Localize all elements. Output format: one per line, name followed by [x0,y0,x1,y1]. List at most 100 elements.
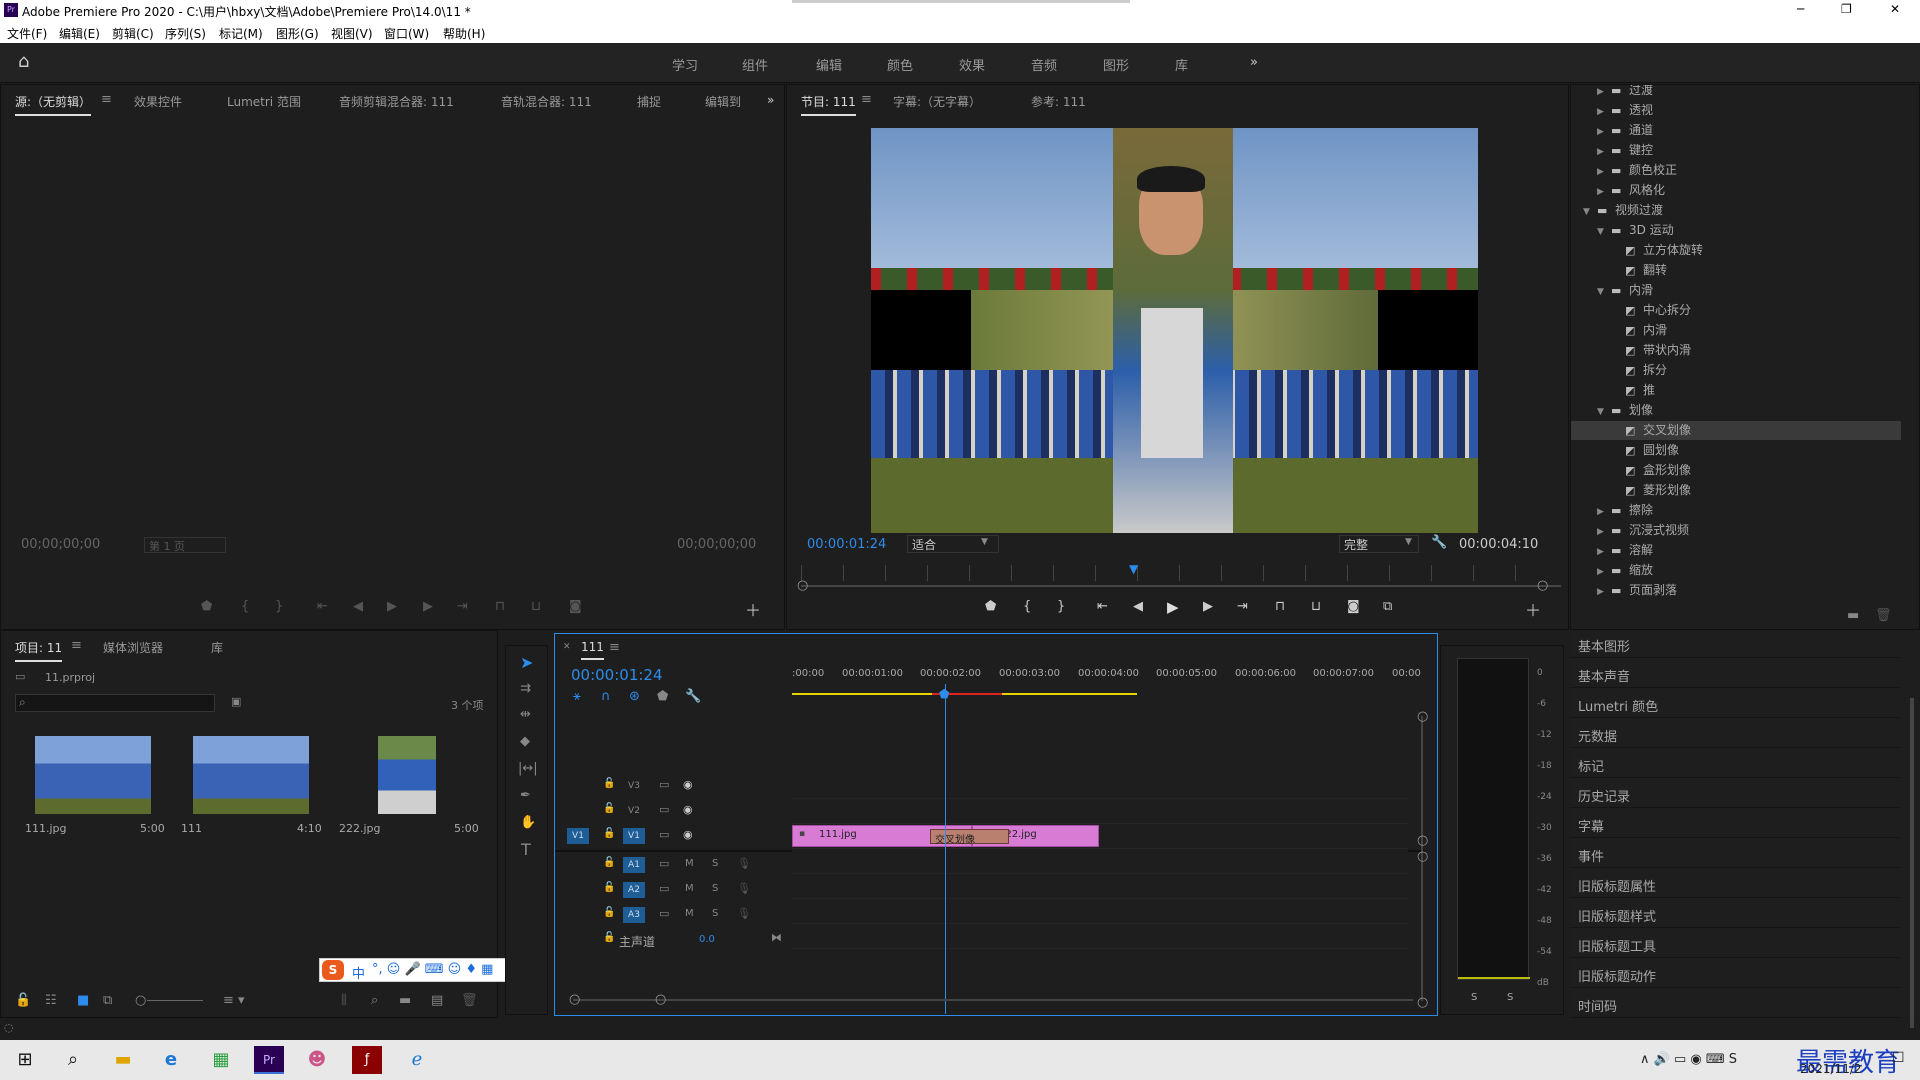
effects-folder[interactable]: ▶ ▬ 擦除 [1571,501,1901,520]
step-forward-icon[interactable]: ▶ [1203,600,1213,613]
notification-icon[interactable]: ☐ [1892,1050,1905,1066]
ie-icon[interactable]: ℯ [402,1046,432,1074]
effects-item[interactable]: ◩ 菱形划像 [1571,481,1901,500]
delete-icon[interactable]: 🗑 [1875,609,1892,622]
razor-tool-icon[interactable]: ◆ [520,735,530,748]
freeform-view-icon[interactable]: ⧉ [103,994,112,1007]
lock-track-icon[interactable]: 🔓 [603,858,615,868]
mic-icon[interactable]: 🎙 [737,908,751,919]
step-back-icon[interactable]: ◀ [1133,600,1143,613]
workspace-learning[interactable]: 学习 [672,55,698,74]
export-frame-icon[interactable]: ◙ [1347,600,1360,613]
home-icon[interactable]: ⌂ [18,53,29,71]
workspace-graphics[interactable]: 图形 [1103,55,1129,74]
effects-folder[interactable]: ▶ ▬ 透视 [1571,101,1901,120]
mic-icon[interactable]: 🎙 [737,883,751,894]
effects-folder[interactable]: ▼ ▬ 内滑 [1571,281,1901,300]
vscroll-handle[interactable]: ○ [1417,850,1428,863]
panel-header[interactable]: 元数据 [1570,720,1900,748]
go-to-in-icon[interactable]: ⇤ [317,600,328,613]
lock-track-icon[interactable]: 🔓 [603,933,615,943]
eye-icon[interactable]: ◉ [683,829,693,840]
panel-header[interactable]: 字幕 [1570,810,1900,838]
track-target-a3[interactable]: A3 [623,907,645,923]
track-select-tool-icon[interactable]: ⇉ [520,682,531,695]
master-volume[interactable]: 0.0 [699,934,715,945]
panel-header[interactable]: Lumetri 颜色 [1570,690,1900,718]
sync-lock-icon[interactable]: ▭ [659,908,669,919]
ime-mode[interactable]: 中 [352,963,365,982]
panel-header[interactable]: 旧版标题动作 [1570,960,1900,988]
linked-selection-icon[interactable]: ⊛ [629,690,640,703]
effects-folder[interactable]: ▼ ▬ 视频过渡 [1571,201,1901,220]
eye-icon[interactable]: ◉ [683,804,693,815]
panel-header[interactable]: 标记 [1570,750,1900,778]
track-target-v1[interactable]: V1 [623,828,645,844]
chevron-right-icon[interactable]: ▶ [1597,527,1611,537]
lock-icon[interactable]: 🔓 [15,994,31,1007]
nest-icon[interactable]: ⚹ [573,690,581,703]
menu-marker[interactable]: 标记(M) [219,25,263,42]
user-app-icon[interactable]: ☻ [302,1046,332,1074]
tab-effect-controls[interactable]: 效果控件 [134,93,182,110]
zoom-slider-track[interactable] [147,1000,203,1001]
workspace-effects[interactable]: 效果 [959,55,985,74]
chevron-down-icon[interactable]: ▼ [1597,227,1611,237]
effects-item[interactable]: ◩ 盒形划像 [1571,461,1901,480]
new-bin-icon[interactable]: ▬ [399,994,411,1007]
menu-sequence[interactable]: 序列(S) [165,25,206,42]
workspace-assembly[interactable]: 组件 [742,55,768,74]
tab-project[interactable]: 项目: 11 [15,639,63,662]
effects-folder[interactable]: ▶ ▬ 键控 [1571,141,1901,160]
chevron-right-icon[interactable]: ▶ [1597,147,1611,157]
marker-icon[interactable]: ⬟ [985,600,996,613]
track-target-a2[interactable]: A2 [623,882,645,898]
program-timecode[interactable]: 00:00:01:24 [807,537,886,552]
project-item-111-sequence[interactable]: 111 4:10 [181,736,322,835]
ripple-edit-tool-icon[interactable]: ⇹ [520,708,531,721]
panel-header[interactable]: 旧版标题样式 [1570,900,1900,928]
source-patch-v1[interactable]: V1 [567,828,589,844]
sync-lock-icon[interactable]: ▭ [659,829,669,840]
step-forward-icon[interactable]: ▶ [423,600,433,613]
chevron-right-icon[interactable]: ▶ [1597,587,1611,597]
playhead-line[interactable] [945,684,946,1014]
program-scroll-start-handle[interactable]: ○ [797,579,808,592]
meter-solo-right[interactable]: S [1507,992,1513,1003]
tab-lumetri-scopes[interactable]: Lumetri 范围 [227,93,301,110]
slip-tool-icon[interactable]: |↔| [518,762,538,775]
go-to-in-icon[interactable]: ⇤ [1097,600,1108,613]
solo-button[interactable]: S [712,909,718,919]
sync-lock-icon[interactable]: ▭ [659,858,669,869]
lock-track-icon[interactable]: 🔓 [603,883,615,893]
selection-tool-icon[interactable]: ➤ [520,655,533,671]
effects-folder[interactable]: ▶ ▬ 风格化 [1571,181,1901,200]
effects-folder[interactable]: ▶ ▬ 颜色校正 [1571,161,1901,180]
meter-solo-left[interactable]: S [1471,992,1477,1003]
find-icon[interactable]: ⌕ [371,994,378,1007]
panel-menu-icon[interactable]: ≡ [609,641,620,654]
vscroll-handle[interactable]: ○ [1417,710,1428,723]
effects-folder[interactable]: ▶ ▬ 页面剥落 [1571,581,1901,600]
effects-folder[interactable]: ▶ ▬ 过渡 [1571,85,1901,100]
effects-item[interactable]: ◩ 圆划像 [1571,441,1901,460]
tab-reference[interactable]: 参考: 111 [1031,93,1086,110]
play-icon[interactable]: ▶ [387,600,397,613]
source-timecode-right[interactable]: 00;00;00;00 [677,537,756,552]
eye-icon[interactable]: ◉ [683,779,693,790]
file-explorer-icon[interactable]: ▬ [108,1046,138,1074]
effects-item[interactable]: ◩ 推 [1571,381,1901,400]
chevron-right-icon[interactable]: ▶ [1597,187,1611,197]
effects-folder[interactable]: ▼ ▬ 划像 [1571,401,1901,420]
chevron-down-icon[interactable]: ▼ [1583,207,1597,217]
windows-start-icon[interactable]: ⊞ [10,1046,40,1074]
menu-clip[interactable]: 剪辑(C) [112,25,154,42]
hscroll-start-handle[interactable]: ○ [569,993,580,1006]
tab-media-browser[interactable]: 媒体浏览器 [103,639,163,656]
vscroll-handle[interactable]: ○ [1417,996,1428,1009]
panel-header[interactable]: 历史记录 [1570,780,1900,808]
panel-menu-icon[interactable]: ≡ [861,93,872,106]
tab-edit-to[interactable]: 编辑到 [705,93,741,110]
pen-tool-icon[interactable]: ✒ [520,789,531,802]
workspace-audio[interactable]: 音频 [1031,55,1057,74]
